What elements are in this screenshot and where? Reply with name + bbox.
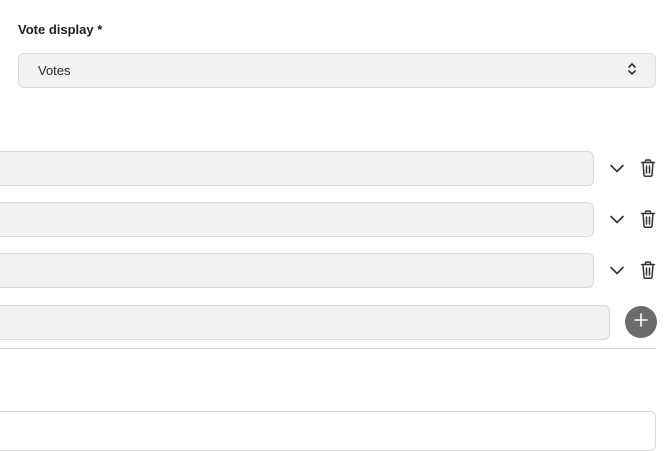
- vote-display-label: Vote display *: [18, 22, 103, 37]
- chevron-down-icon[interactable]: [607, 158, 627, 178]
- chevron-down-icon[interactable]: [607, 209, 627, 229]
- trash-icon[interactable]: [638, 209, 658, 229]
- plus-icon: [634, 312, 648, 332]
- option-input-1[interactable]: [0, 151, 594, 186]
- trash-icon[interactable]: [638, 260, 658, 280]
- section-divider: [0, 348, 656, 349]
- next-field-input[interactable]: [0, 411, 656, 451]
- vote-display-select[interactable]: Votes: [18, 53, 656, 88]
- trash-icon[interactable]: [638, 158, 658, 178]
- new-option-input[interactable]: [0, 305, 610, 340]
- up-down-chevron-icon: [627, 62, 637, 79]
- vote-display-selected-value: Votes: [38, 63, 71, 78]
- option-input-3[interactable]: [0, 253, 594, 288]
- chevron-down-icon[interactable]: [607, 260, 627, 280]
- add-option-button[interactable]: [625, 306, 657, 338]
- option-input-2[interactable]: [0, 202, 594, 237]
